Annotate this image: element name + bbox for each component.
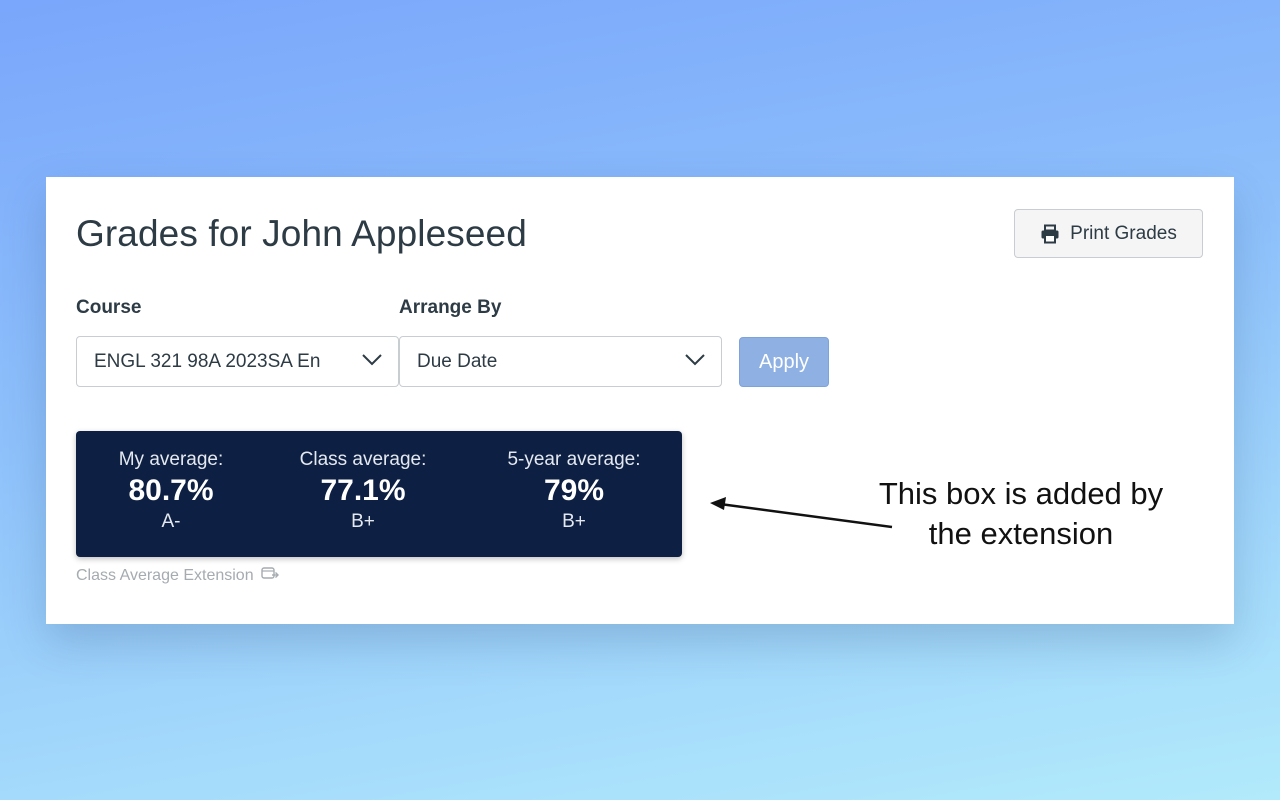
apply-button[interactable]: Apply: [739, 337, 829, 387]
print-grades-button[interactable]: Print Grades: [1014, 209, 1203, 258]
grades-panel: Grades for John Appleseed Print Grades C…: [46, 177, 1234, 624]
my-average: My average: 80.7% A-: [76, 447, 266, 535]
page-title: Grades for John Appleseed: [76, 213, 527, 254]
extension-credit-link[interactable]: Class Average Extension: [76, 566, 279, 585]
external-link-icon: [260, 566, 279, 585]
course-select-value: ENGL 321 98A 2023SA En: [94, 350, 321, 372]
course-label: Course: [76, 297, 142, 318]
annotation-line-1: This box is added by: [878, 476, 1164, 511]
five-year-average-label: 5-year average:: [507, 449, 641, 470]
my-average-label: My average:: [118, 449, 224, 470]
class-average: Class average: 77.1% B+: [268, 447, 458, 535]
arrange-by-label: Arrange By: [399, 297, 502, 318]
arrange-by-select[interactable]: Due Date: [399, 336, 722, 387]
five-year-average-letter: B+: [562, 511, 586, 532]
chevron-down-icon: [353, 351, 398, 373]
my-average-value: 80.7%: [128, 474, 214, 507]
print-grades-label: Print Grades: [1070, 222, 1177, 244]
chevron-down-icon: [676, 351, 721, 373]
class-average-box: My average: 80.7% A- Class average: 77.1…: [76, 431, 682, 557]
class-average-value: 77.1%: [320, 474, 406, 507]
course-select[interactable]: ENGL 321 98A 2023SA En: [76, 336, 399, 387]
arrange-by-select-value: Due Date: [417, 350, 498, 372]
annotation-line-2: the extension: [928, 516, 1114, 551]
printer-icon: [1040, 224, 1060, 244]
five-year-average: 5-year average: 79% B+: [479, 447, 669, 535]
five-year-average-value: 79%: [543, 474, 605, 507]
extension-credit-label: Class Average Extension: [76, 566, 254, 584]
my-average-letter: A-: [161, 511, 181, 532]
annotation-callout: This box is added by the extension: [846, 474, 1196, 554]
class-average-label: Class average:: [299, 449, 427, 470]
class-average-letter: B+: [351, 511, 375, 532]
